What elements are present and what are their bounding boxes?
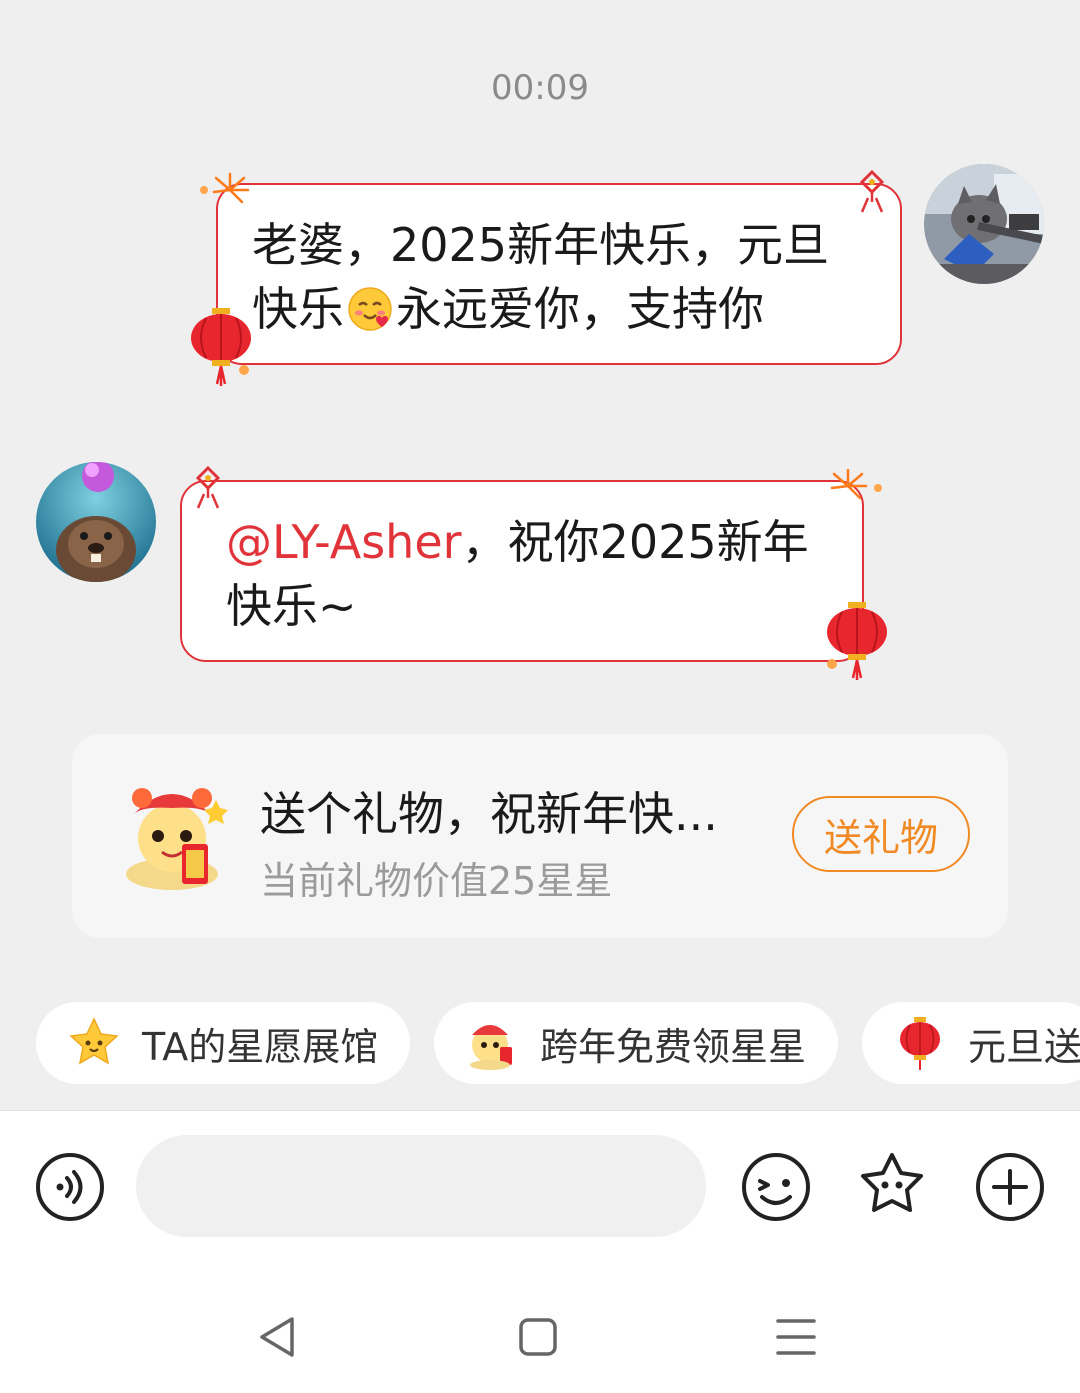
message-line: @LY-Asher，祝你2025新年 [226, 515, 809, 569]
chinese-knot-decoration-icon [195, 465, 221, 509]
chinese-knot-decoration-icon [859, 169, 885, 213]
chip-new-year-free-stars[interactable]: 跨年免费领星星 [434, 1002, 838, 1084]
back-nav-icon[interactable] [248, 1307, 308, 1367]
chip-label: 跨年免费领星星 [540, 1024, 807, 1069]
message-line: 快乐~ [226, 579, 357, 633]
red-lantern-icon [900, 1017, 940, 1070]
message-input-bar [0, 1110, 1080, 1393]
star-gift-icon[interactable] [856, 1149, 928, 1221]
menu-nav-icon[interactable] [766, 1307, 826, 1367]
red-lantern-decoration-icon [191, 308, 251, 386]
gift-card-title: 送个礼物，祝新年快... [260, 787, 718, 841]
send-gift-button[interactable]: 送礼物 [792, 796, 970, 872]
plus-icon[interactable] [974, 1151, 1046, 1223]
message-timestamp: 00:09 [491, 68, 589, 108]
lion-dance-mascot-icon [126, 788, 228, 890]
message-line: 快乐 永远爱你，支持你 [252, 282, 764, 336]
message-input[interactable] [136, 1135, 706, 1237]
chip-label: TA的星愿展馆 [142, 1024, 379, 1069]
incoming-message-bubble[interactable]: @LY-Asher，祝你2025新年 快乐~ [180, 480, 864, 662]
emoji-icon[interactable] [740, 1151, 812, 1223]
voice-icon[interactable] [34, 1151, 106, 1223]
red-lantern-decoration-icon [827, 602, 887, 680]
gift-suggestion-card[interactable]: 送个礼物，祝新年快... 当前礼物价值25星星 送礼物 [72, 734, 1008, 938]
fireworks-decoration-icon [830, 468, 882, 500]
message-line: 老婆，2025新年快乐，元旦 [252, 218, 830, 272]
chip-new-year-day-send[interactable]: 元旦送 [862, 1002, 1080, 1084]
star-face-icon [69, 1017, 119, 1065]
chip-star-wish-gallery[interactable]: TA的星愿展馆 [36, 1002, 410, 1084]
fireworks-decoration-icon [200, 172, 250, 204]
home-nav-icon[interactable] [508, 1307, 568, 1367]
blushing-face-with-hearts-icon [346, 285, 394, 333]
chip-label: 元旦送 [968, 1024, 1080, 1069]
user-mention-link[interactable]: @LY-Asher [226, 515, 462, 569]
lion-dance-mascot-icon [470, 1025, 512, 1070]
friend-avatar[interactable] [36, 462, 156, 582]
outgoing-message-bubble[interactable]: 老婆，2025新年快乐，元旦 快乐 永远爱你，支持你 [216, 183, 902, 365]
my-avatar[interactable] [924, 164, 1044, 284]
gift-card-subtitle: 当前礼物价值25星星 [260, 859, 613, 903]
